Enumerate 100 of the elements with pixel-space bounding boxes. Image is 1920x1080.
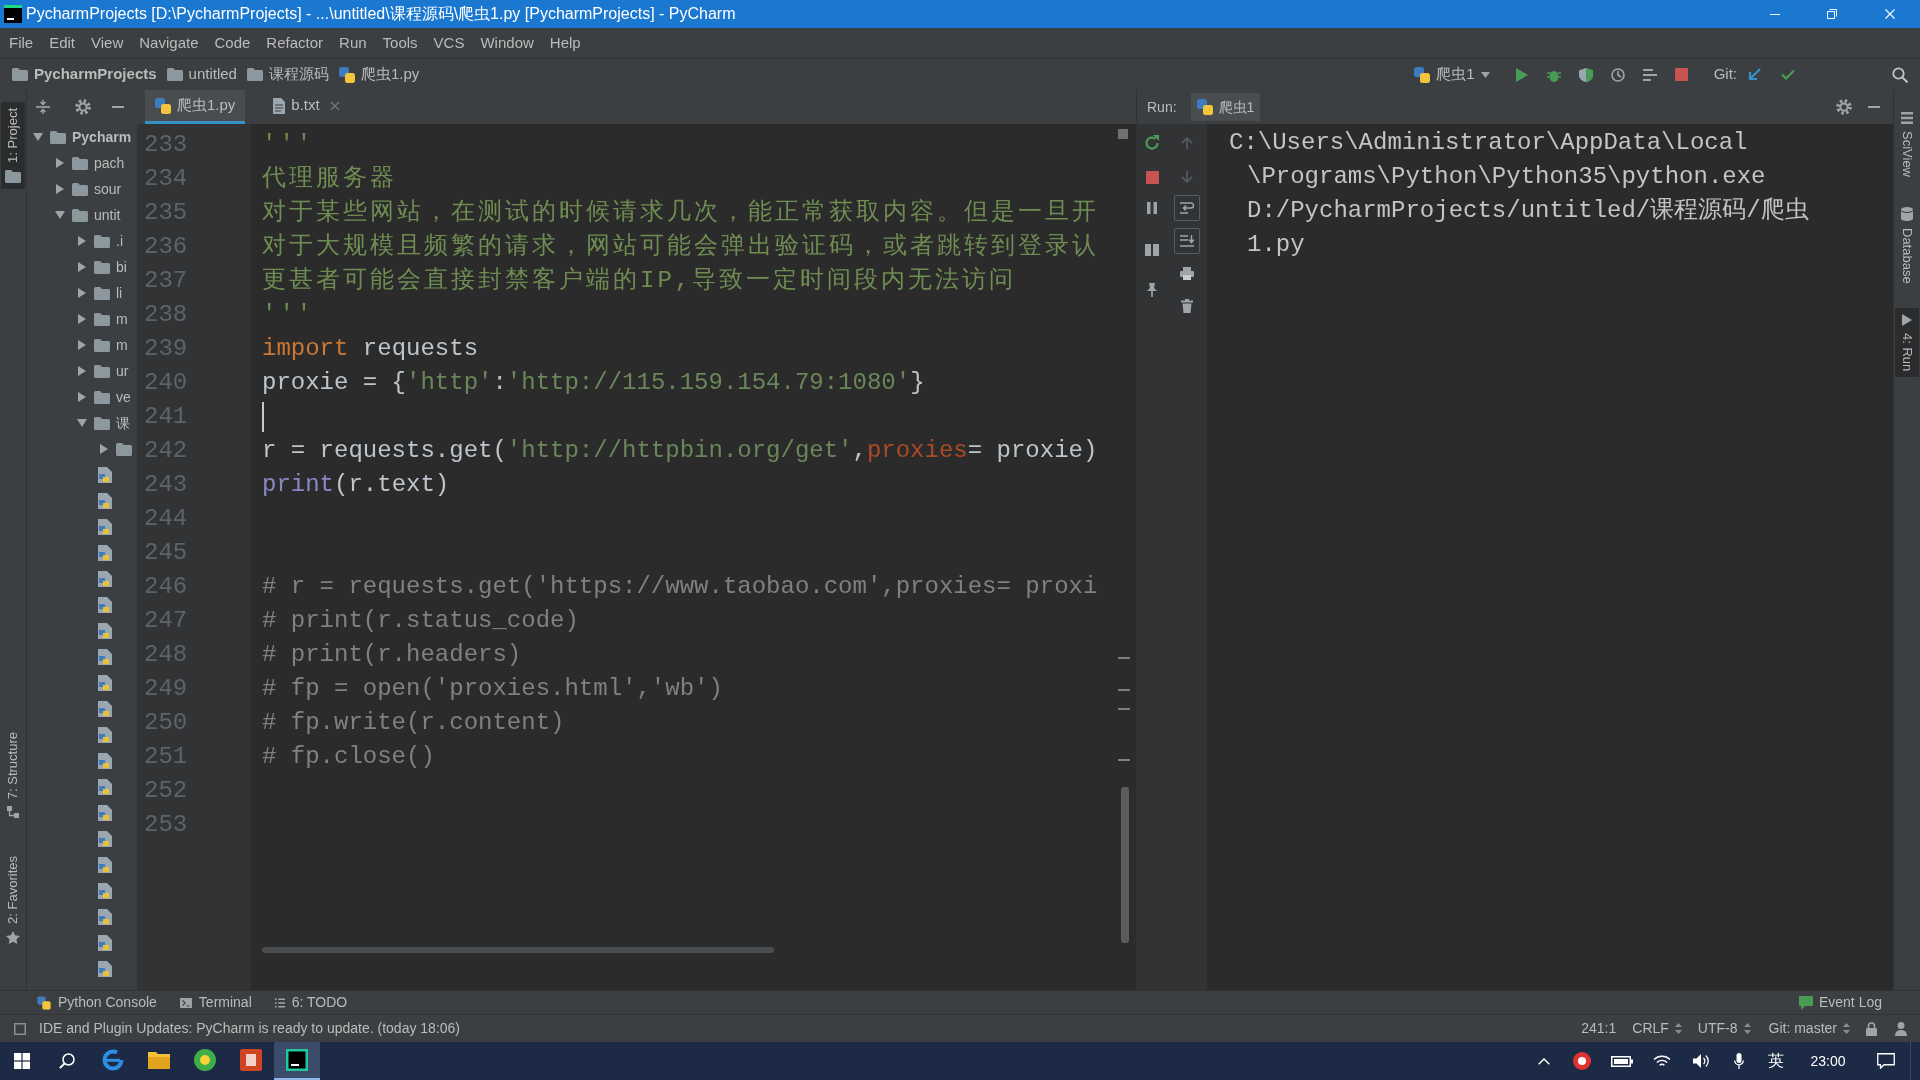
tree-item[interactable]: pach: [54, 150, 125, 176]
menu-item[interactable]: VCS: [425, 30, 473, 56]
stop-icon: [1145, 170, 1159, 184]
menu-item[interactable]: Window: [472, 30, 542, 56]
encoding-selector[interactable]: UTF-8: [1697, 1018, 1751, 1039]
python-file-icon: [98, 701, 112, 717]
run-tab[interactable]: 爬虫1: [1190, 93, 1261, 121]
error-stripe-mark: [1118, 708, 1130, 710]
tree-item[interactable]: .i: [76, 228, 123, 254]
python-file-icon: [98, 675, 112, 691]
python-file-icon: [98, 831, 112, 847]
event-log-button[interactable]: Event Log: [1798, 992, 1882, 1013]
lock-icon: [1865, 1021, 1877, 1036]
tool-window-button[interactable]: Terminal: [178, 992, 252, 1013]
caret-position[interactable]: 241:1: [1581, 1018, 1617, 1039]
tree-item[interactable]: ur: [76, 358, 129, 384]
tool-window-button[interactable]: 7: Structure: [1, 725, 25, 825]
settings-icon: [75, 99, 91, 115]
bars-icon: [1642, 68, 1657, 81]
menu-item[interactable]: Tools: [374, 30, 426, 56]
app-logo-icon: [4, 5, 22, 23]
code-line: import requests: [262, 334, 479, 364]
menu-item[interactable]: Help: [541, 30, 589, 56]
code-line: # print(r.status_code): [262, 606, 579, 636]
tree-item[interactable]: m: [76, 332, 128, 358]
tool-window-button[interactable]: Python Console: [36, 992, 157, 1013]
scroll-to-end-icon: [1180, 234, 1194, 248]
code-line: # print(r.headers): [262, 640, 522, 670]
tree-item[interactable]: ve: [76, 384, 131, 410]
tree-item[interactable]: Pycharm: [32, 124, 132, 150]
breadcrumb[interactable]: untitled: [161, 61, 242, 88]
menu-item[interactable]: Code: [206, 30, 259, 56]
minus-icon: [112, 106, 124, 108]
taskbar-app-button[interactable]: [274, 1042, 320, 1080]
ring-icon: [1573, 1052, 1591, 1070]
up-arrow-icon: [1181, 137, 1193, 149]
tree-item[interactable]: bi: [76, 254, 127, 280]
tree-item[interactable]: sour: [54, 176, 122, 202]
breadcrumb[interactable]: 爬虫1.py: [333, 61, 425, 88]
code-line: 对于某些网站，在测试的时候请求几次，能正常获取内容。但是一旦开: [262, 198, 1099, 228]
status-message: IDE and Plugin Updates: PyCharm is ready to update. (today 18:06): [39, 1019, 460, 1038]
folder-icon: [116, 442, 132, 456]
python-file-icon: [98, 805, 112, 821]
arrow-icon: [1747, 67, 1761, 82]
tool-window-button[interactable]: 4: Run: [1895, 307, 1919, 377]
folder-icon: [94, 312, 110, 326]
speech-balloon-icon: [1798, 995, 1813, 1010]
menu-item[interactable]: Run: [331, 30, 375, 56]
up-down-arrows-icon: [1743, 1023, 1751, 1034]
code-line: r = requests.get('http://httpbin.org/get',proxies= proxie): [262, 436, 1098, 466]
horizontal-scrollbar[interactable]: [262, 947, 774, 953]
run-configuration-dropdown[interactable]: 爬虫1: [1408, 61, 1496, 88]
breadcrumb[interactable]: 课程源码: [241, 61, 334, 88]
panel-title: Run:: [1147, 97, 1177, 117]
soft-wrap-button[interactable]: [1174, 195, 1200, 221]
terminal-icon: [179, 997, 192, 1008]
tool-window-button[interactable]: Database: [1895, 201, 1919, 290]
menu-item[interactable]: Refactor: [258, 30, 332, 56]
tree-item[interactable]: li: [76, 280, 123, 306]
python-file-icon: [98, 727, 112, 743]
notification-icon: [1877, 1053, 1895, 1069]
python-file-icon: [98, 571, 112, 587]
tool-window-button[interactable]: 2: Favorites: [1, 850, 25, 950]
tool-window-button[interactable]: 1: Project: [1, 102, 25, 189]
tree-item[interactable]: 课: [76, 410, 130, 436]
text-file-icon: [273, 97, 286, 114]
vcs-branch-selector[interactable]: Git: master: [1768, 1018, 1850, 1039]
python-file-icon: [98, 883, 112, 899]
minus-icon: [1868, 106, 1880, 108]
python-icon: [37, 995, 51, 1010]
python-file-icon: [98, 779, 112, 795]
breadcrumb[interactable]: PycharmProjects: [7, 61, 162, 88]
tree-item[interactable]: m: [76, 306, 128, 332]
code-line: ''': [262, 300, 315, 330]
menu-item[interactable]: Navigate: [131, 30, 207, 56]
code-line: # r = requests.get('https://www.taobao.com',proxies= proxi: [262, 572, 1098, 602]
clock[interactable]: 23:00: [1794, 1042, 1862, 1080]
python-file-icon: [98, 857, 112, 873]
menu-item[interactable]: Edit: [41, 30, 84, 56]
menu-item[interactable]: File: [1, 30, 42, 56]
python-file-icon: [98, 545, 112, 561]
pause-icon: [1147, 202, 1157, 214]
tool-window-button[interactable]: 6: TODO: [273, 992, 348, 1013]
error-stripe-mark: [1118, 689, 1130, 691]
windows-logo-icon: [14, 1053, 30, 1069]
code-line: 更甚者可能会直接封禁客户端的IP,导致一定时间段内无法访问: [262, 265, 1017, 296]
folder-icon: [94, 364, 110, 378]
menu-item[interactable]: View: [83, 30, 132, 56]
grid-icon: [1901, 112, 1913, 124]
editor-tab[interactable]: b.txt: [263, 90, 350, 124]
tool-window-button[interactable]: SciView: [1895, 106, 1919, 183]
scroll-to-end-button[interactable]: [1174, 228, 1200, 254]
input-method-button[interactable]: 英: [1758, 1042, 1794, 1080]
line-separator-selector[interactable]: CRLF: [1632, 1018, 1682, 1039]
tree-item[interactable]: untit: [54, 202, 121, 228]
search-icon: [1892, 66, 1908, 83]
pin-icon: [1146, 283, 1158, 297]
editor-tab[interactable]: 爬虫1.py: [145, 90, 246, 124]
vertical-scrollbar[interactable]: [1121, 787, 1129, 943]
inspection-status-icon: [1118, 129, 1128, 139]
